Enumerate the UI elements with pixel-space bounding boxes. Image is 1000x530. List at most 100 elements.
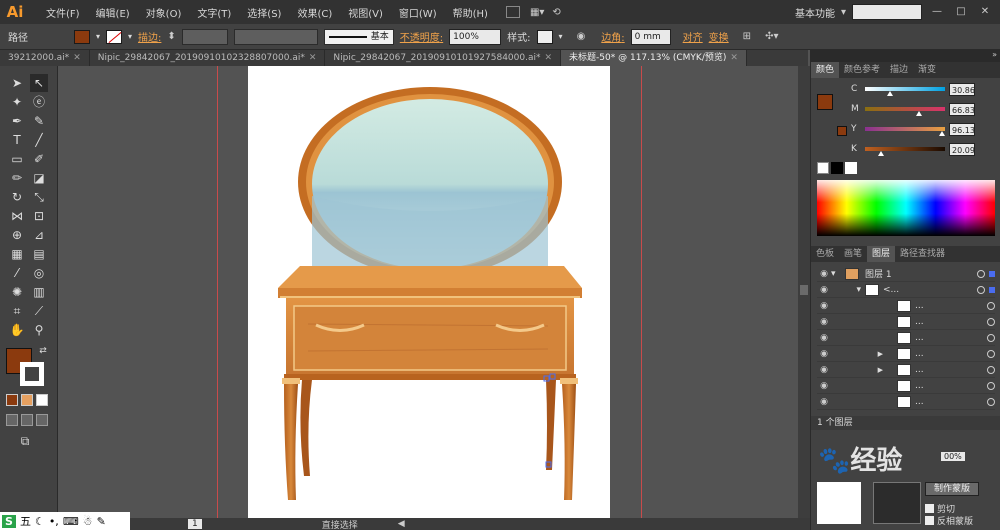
color-slider-k[interactable]: K 20.09 [851,142,1000,156]
expand-icon[interactable]: ▶ [831,350,883,358]
layer-item-name[interactable]: ... [915,301,987,311]
clip-checkbox[interactable] [925,504,934,513]
scale-tool-icon[interactable]: ⤡ [30,188,48,206]
mesh-tool-icon[interactable]: ▦ [8,245,26,263]
channel-gradient-bar[interactable] [865,87,945,96]
visibility-eye-icon[interactable]: ◉ [817,381,831,391]
slider-thumb[interactable] [938,131,945,136]
layer-row-main[interactable]: ◉ ▾ 图层 1 [817,266,995,282]
opacity-label[interactable]: 不透明度: [400,29,443,44]
visibility-eye-icon[interactable]: ◉ [817,397,831,407]
zoom-tool-icon[interactable]: ⚲ [30,321,48,339]
layer-item-name[interactable]: ... [915,365,987,375]
slider-thumb[interactable] [915,111,922,116]
stroke-color-box[interactable] [20,362,44,386]
layer-row[interactable]: ◉... [817,394,995,410]
punctuation-icon[interactable]: •, [49,515,59,528]
curvature-tool-icon[interactable]: ✎ [30,112,48,130]
menu-file[interactable]: 文件(F) [38,5,88,20]
slider-thumb[interactable] [878,151,884,156]
direct-selection-tool-icon[interactable]: ↖ [30,74,48,92]
magic-wand-icon[interactable]: ✦ [8,93,26,111]
make-mask-button[interactable]: 制作蒙版 [925,482,979,496]
layer-item-name[interactable]: ... [915,381,987,391]
recolor-icon[interactable]: ◉ [577,31,586,42]
group-name[interactable]: <... [883,285,977,295]
collapse-icon[interactable]: » [992,50,997,59]
layer-item-name[interactable]: ... [915,317,987,327]
target-icon[interactable] [987,349,995,358]
draw-normal-icon[interactable] [6,414,18,426]
tab-document-1[interactable]: 39212000.ai* ✕ [0,50,90,66]
brush-definition[interactable]: 基本 [323,28,394,45]
panel-menu-icon[interactable]: ✣▾ [765,31,778,42]
menu-select[interactable]: 选择(S) [239,5,289,20]
moon-icon[interactable]: ☾ [35,515,45,528]
chevron-left-icon[interactable]: ◀ [398,519,405,529]
perspective-grid-icon[interactable]: ⊿ [30,226,48,244]
color-slider-y[interactable]: Y 96.13 [851,122,1000,136]
menu-effect[interactable]: 效果(C) [289,5,340,20]
selection-tool-icon[interactable]: ➤ [8,74,26,92]
bridge-icon[interactable] [505,6,520,18]
visibility-eye-icon[interactable]: ◉ [817,333,831,343]
arrange-documents-icon[interactable]: ▦▾ [530,7,544,18]
channel-value-field[interactable]: 20.09 [949,142,975,156]
maximize-button[interactable]: □ [952,5,970,19]
color-spectrum[interactable] [817,180,995,236]
target-icon[interactable] [977,285,985,294]
close-icon[interactable]: ✕ [730,53,738,63]
tab-color-guide[interactable]: 颜色参考 [839,62,885,78]
visibility-eye-icon[interactable]: ◉ [817,349,831,359]
visibility-eye-icon[interactable]: ◉ [817,317,831,327]
corner-label[interactable]: 边角: [601,29,624,44]
skin-icon[interactable]: ☃ [83,515,93,528]
status-tool-label[interactable]: 直接选择 [322,518,358,530]
menu-object[interactable]: 对象(O) [138,5,190,20]
workspace-switcher[interactable]: 基本功能 [795,5,835,20]
color-slider-m[interactable]: M 66.83 [851,102,1000,116]
shape-builder-icon[interactable]: ⊕ [8,226,26,244]
sync-icon[interactable]: ⟲ [552,7,560,18]
layer-row[interactable]: ◉ ▶... [817,362,995,378]
visibility-eye-icon[interactable]: ◉ [817,269,831,279]
menu-help[interactable]: 帮助(H) [445,5,496,20]
layer-item-name[interactable]: ... [915,397,987,407]
panel-fill-swatch[interactable] [817,94,833,110]
slice-tool-icon[interactable]: ⟋ [30,302,48,320]
search-input[interactable] [852,4,922,20]
target-icon[interactable] [987,317,995,326]
layer-name[interactable]: 图层 1 [865,267,977,280]
artboard-number[interactable]: 1 [188,519,202,529]
channel-gradient-bar[interactable] [865,147,945,156]
hand-tool-icon[interactable]: ✋ [8,321,26,339]
canvas-area[interactable] [58,66,798,518]
menu-type[interactable]: 文字(T) [189,5,239,20]
color-mode-icon[interactable] [6,394,18,406]
gradient-tool-icon[interactable]: ▤ [30,245,48,263]
panel-stroke-swatch[interactable] [837,126,847,136]
isolate-icon[interactable]: ⊞ [743,31,751,42]
chevron-down-icon[interactable]: ▾ [831,269,845,279]
chevron-down-icon[interactable]: ▾ [841,7,846,18]
opacity-field[interactable]: 100% [449,28,502,45]
layer-row[interactable]: ◉... [817,314,995,330]
ime-logo-icon[interactable]: S [2,514,16,528]
column-graph-icon[interactable]: ▥ [30,283,48,301]
menu-edit[interactable]: 编辑(E) [88,5,138,20]
stroke-weight-field[interactable] [181,28,228,45]
layer-item-name[interactable]: ... [915,349,987,359]
tab-stroke[interactable]: 描边 [885,62,913,78]
line-tool-icon[interactable]: ╱ [30,131,48,149]
pencil-icon[interactable]: ✏ [8,169,26,187]
close-button[interactable]: ✕ [976,5,994,19]
rotate-tool-icon[interactable]: ↻ [8,188,26,206]
keyboard-icon[interactable]: ⌨ [63,515,79,528]
fill-swatch[interactable] [74,29,90,44]
visibility-eye-icon[interactable]: ◉ [817,285,831,295]
visibility-eye-icon[interactable]: ◉ [817,365,831,375]
close-icon[interactable]: ✕ [309,53,317,63]
settings-icon[interactable]: ✎ [97,515,106,528]
symbol-sprayer-icon[interactable]: ✺ [8,283,26,301]
tab-pathfinder[interactable]: 路径查找器 [895,246,950,262]
